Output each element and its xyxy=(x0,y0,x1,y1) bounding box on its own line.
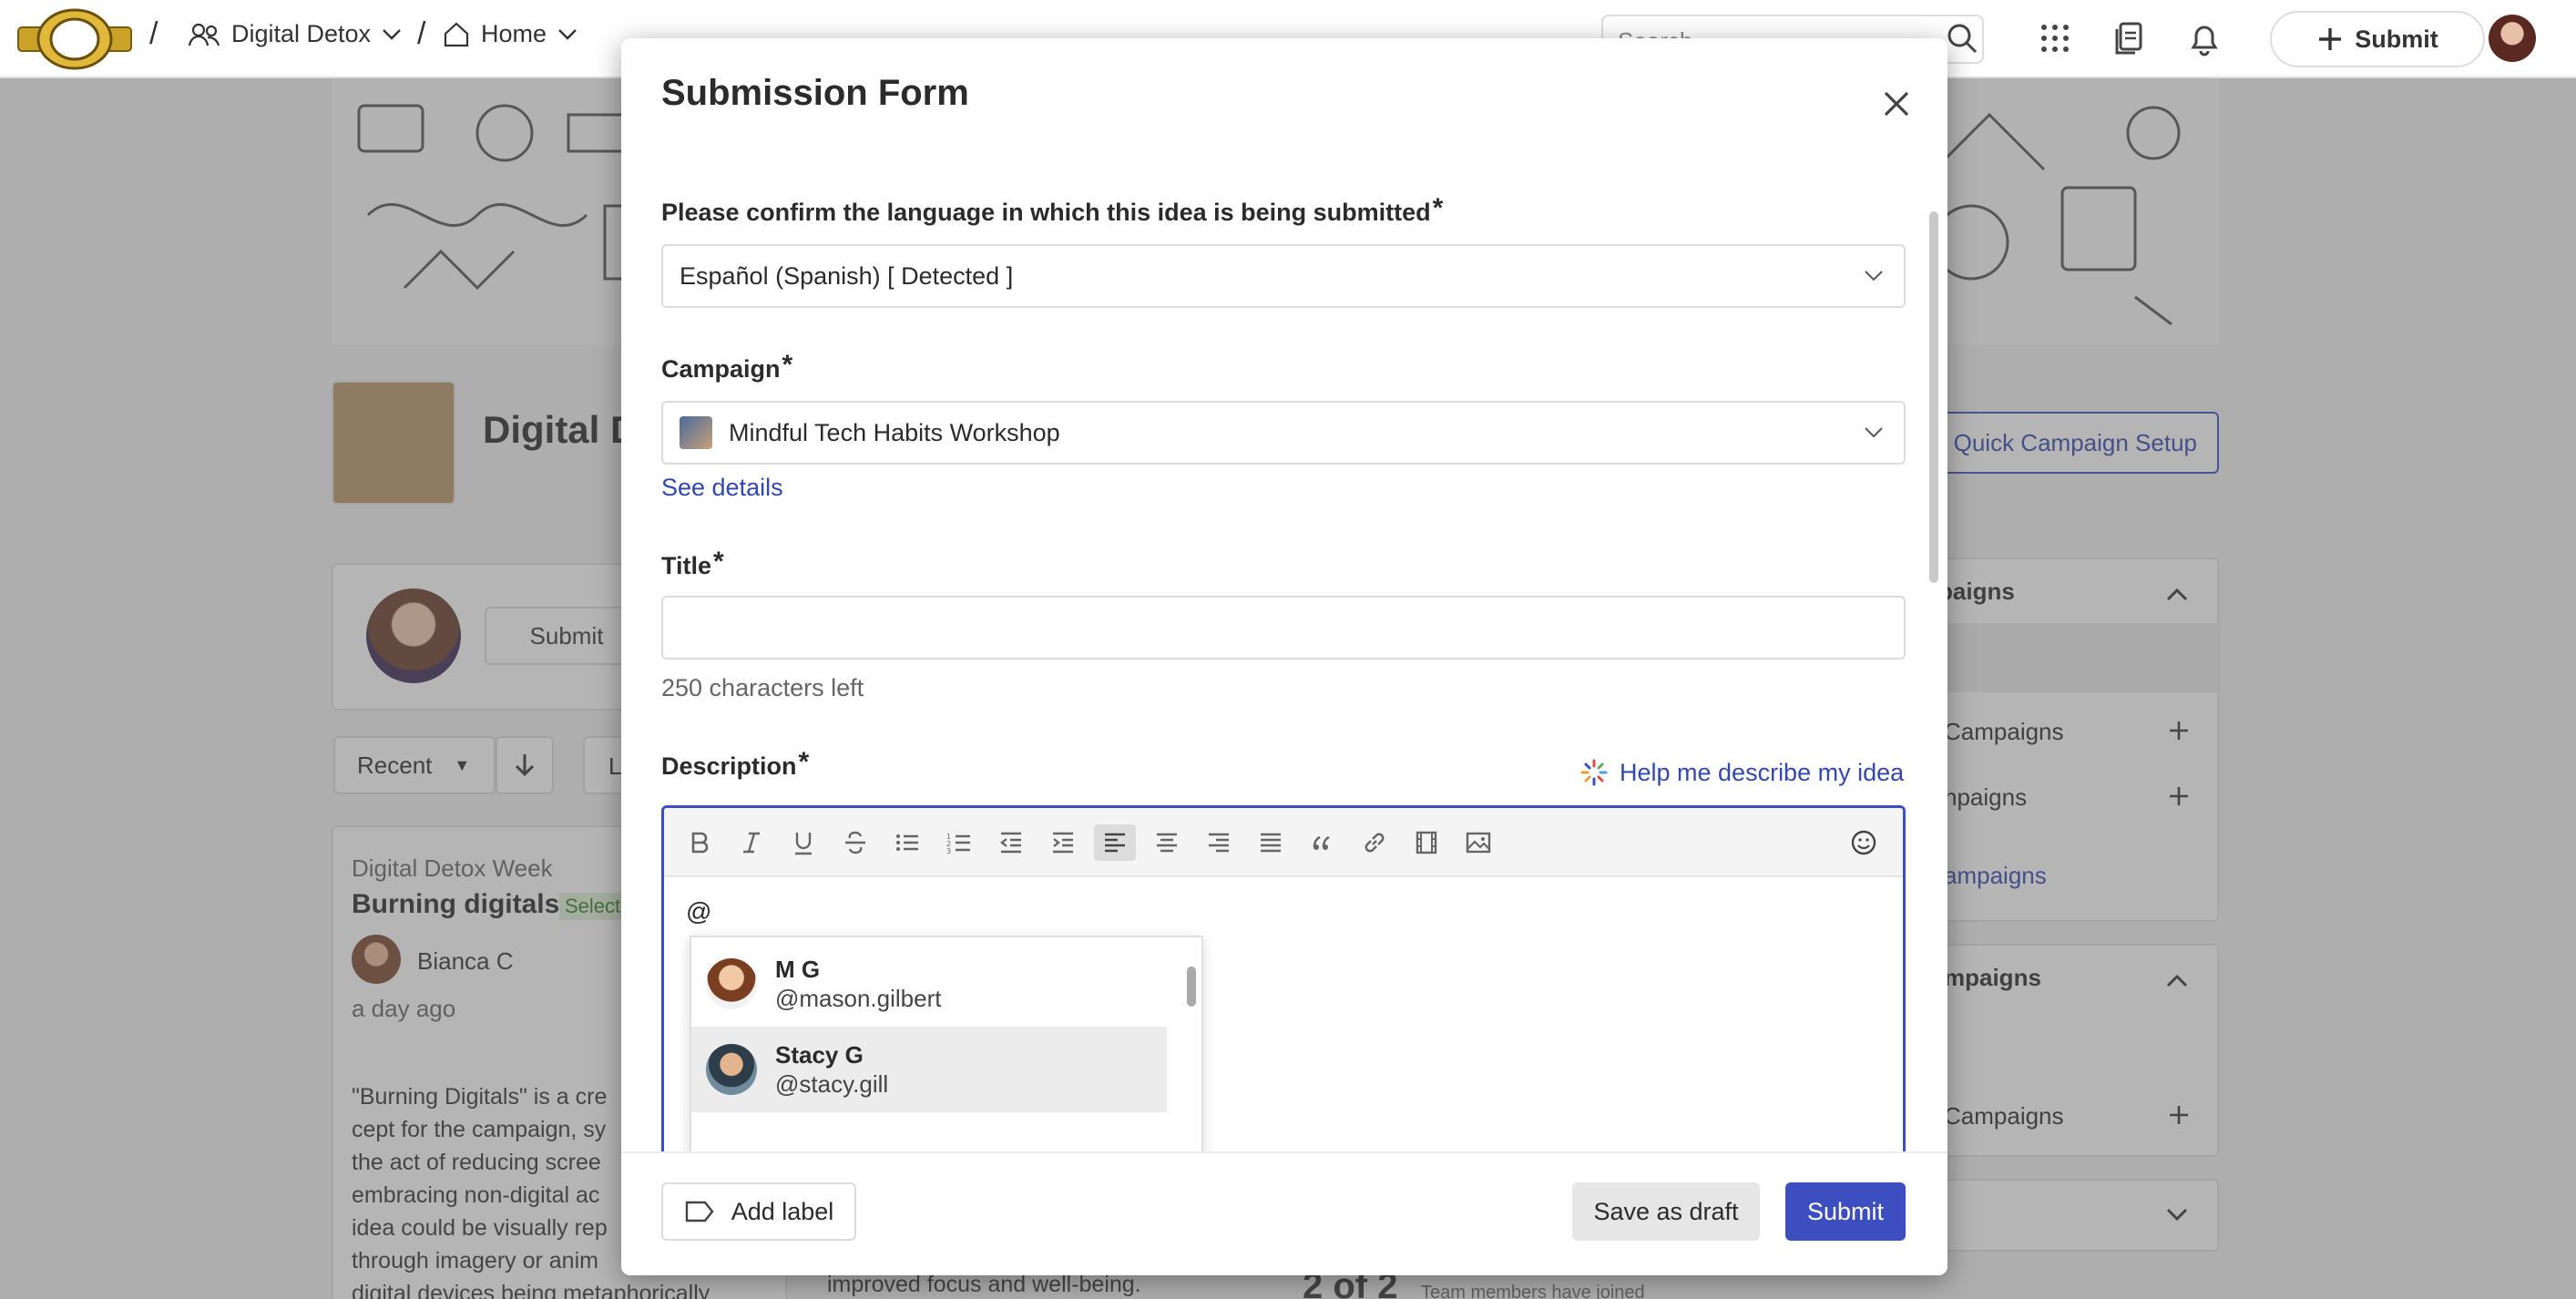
help-describe-link[interactable]: Help me describe my idea xyxy=(1579,758,1904,787)
modal-footer: Add label Save as draft Submit xyxy=(621,1151,1947,1275)
mention-avatar xyxy=(706,958,757,1009)
strikethrough-icon[interactable] xyxy=(834,824,876,861)
numbered-list-icon[interactable]: 123 xyxy=(938,824,980,861)
title-label: Title* xyxy=(661,547,724,579)
add-label-button[interactable]: Add label xyxy=(661,1182,856,1241)
svg-text:3: 3 xyxy=(946,847,951,855)
mention-option[interactable]: Stacy G @stacy.gill xyxy=(691,1027,1167,1112)
language-label: Please confirm the language in which thi… xyxy=(661,193,1444,226)
indent-icon[interactable] xyxy=(1042,824,1084,861)
close-icon[interactable] xyxy=(1878,86,1915,122)
modal-title: Submission Form xyxy=(661,73,969,113)
outdent-icon[interactable] xyxy=(990,824,1032,861)
video-icon[interactable] xyxy=(1406,824,1447,861)
underline-icon[interactable] xyxy=(782,824,824,861)
campaign-value: Mindful Tech Habits Workshop xyxy=(729,418,1060,446)
mention-suggestions: M G @mason.gilbert Stacy G @stacy.gill xyxy=(690,936,1203,1167)
breadcrumb-workspace[interactable]: Digital Detox xyxy=(188,20,402,48)
campaign-thumbnail-icon xyxy=(680,416,712,449)
editor-toolbar: 123 xyxy=(664,808,1903,877)
nav-submit-label: Submit xyxy=(2355,25,2438,53)
add-label-text: Add label xyxy=(731,1197,834,1225)
chevron-down-icon xyxy=(558,28,577,40)
align-center-icon[interactable] xyxy=(1146,824,1188,861)
mention-handle: @mason.gilbert xyxy=(775,985,942,1012)
submit-button[interactable]: Submit xyxy=(1785,1182,1906,1241)
see-details-link[interactable]: See details xyxy=(661,474,783,502)
save-draft-button[interactable]: Save as draft xyxy=(1572,1182,1760,1241)
workspace-name: Digital Detox xyxy=(231,20,372,47)
user-avatar[interactable] xyxy=(2489,15,2536,62)
bold-icon[interactable] xyxy=(679,824,721,861)
group-icon xyxy=(188,23,220,46)
link-icon[interactable] xyxy=(1354,824,1395,861)
submit-label: Submit xyxy=(1806,1197,1885,1225)
modal-scrollbar[interactable] xyxy=(1929,211,1938,583)
campaign-select[interactable]: Mindful Tech Habits Workshop xyxy=(661,401,1906,465)
image-icon[interactable] xyxy=(1457,824,1499,861)
apps-grid-icon[interactable] xyxy=(2037,20,2073,56)
description-label: Description* xyxy=(661,747,810,780)
campaign-label: Campaign* xyxy=(661,350,793,383)
brand-logo[interactable] xyxy=(16,7,133,71)
align-left-icon[interactable] xyxy=(1094,824,1136,861)
language-value: Español (Spanish) [ Detected ] xyxy=(680,261,1014,290)
documents-icon[interactable] xyxy=(2111,20,2148,56)
mention-option[interactable]: M G @mason.gilbert xyxy=(691,941,1167,1027)
mention-handle: @stacy.gill xyxy=(775,1070,889,1098)
italic-icon[interactable] xyxy=(731,824,772,861)
breadcrumb-home[interactable]: Home xyxy=(443,20,578,48)
search-icon[interactable] xyxy=(1944,20,1980,56)
breadcrumb-separator: / xyxy=(149,16,158,51)
nav-submit-button[interactable]: Submit xyxy=(2270,11,2485,67)
help-describe-label: Help me describe my idea xyxy=(1620,758,1905,786)
tag-icon xyxy=(685,1201,714,1222)
bullet-list-icon[interactable] xyxy=(886,824,928,861)
mention-name: M G xyxy=(775,956,821,983)
emoji-icon[interactable] xyxy=(1843,824,1885,861)
language-select[interactable]: Español (Spanish) [ Detected ] xyxy=(661,244,1906,308)
quote-icon[interactable] xyxy=(1302,824,1344,861)
home-icon xyxy=(444,22,469,46)
align-right-icon[interactable] xyxy=(1198,824,1240,861)
chevron-down-icon xyxy=(1865,271,1883,281)
title-input[interactable] xyxy=(661,596,1906,660)
chevron-down-icon xyxy=(383,28,401,40)
editor-content[interactable]: @ xyxy=(686,897,711,926)
chevron-down-icon xyxy=(1865,427,1883,438)
plus-icon xyxy=(2319,28,2342,50)
sparkle-icon xyxy=(1580,759,1608,786)
submission-form-modal: Submission Form Please confirm the langu… xyxy=(621,38,1947,1275)
mention-name: Stacy G xyxy=(775,1041,864,1069)
bell-icon[interactable] xyxy=(2186,20,2223,56)
characters-left: 250 characters left xyxy=(661,674,864,701)
mention-scrollbar[interactable] xyxy=(1187,967,1196,1007)
align-justify-icon[interactable] xyxy=(1250,824,1292,861)
home-label: Home xyxy=(481,20,547,47)
mention-avatar xyxy=(706,1044,757,1095)
save-draft-label: Save as draft xyxy=(1593,1197,1739,1225)
description-editor[interactable]: 123 @ M G @mason.gilbert Stacy G @stacy.… xyxy=(661,805,1906,1170)
breadcrumb-separator: / xyxy=(417,16,426,51)
